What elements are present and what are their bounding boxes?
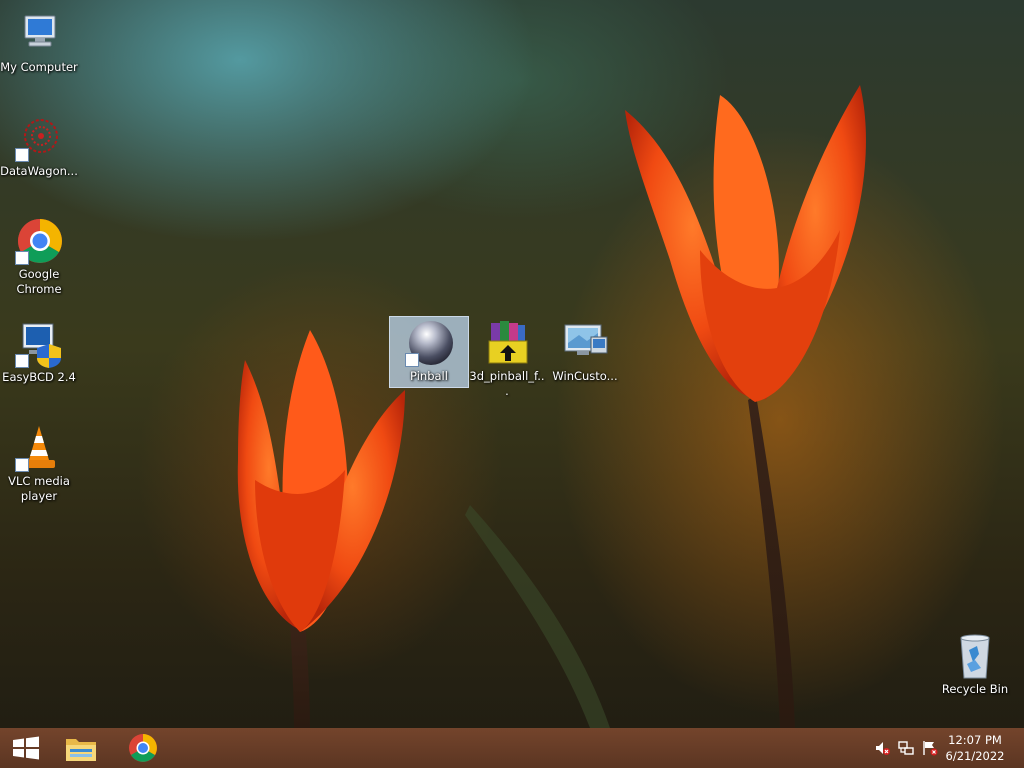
- shortcut-arrow-icon: [15, 251, 29, 265]
- easybcd-desktop-icon[interactable]: EasyBCD 2.4: [0, 318, 78, 385]
- chrome-icon: [15, 217, 63, 265]
- easybcd-icon: [15, 320, 63, 368]
- computer-icon: [15, 10, 63, 58]
- datawagon-icon: [15, 114, 63, 162]
- vlc-cone-icon: [15, 424, 63, 472]
- desktop-icon-label: Recycle Bin: [941, 682, 1009, 696]
- shortcut-arrow-icon: [15, 458, 29, 472]
- desktop-icon-label: DataWagon...: [0, 164, 78, 178]
- desktop-icon-label: My Computer: [0, 60, 78, 74]
- network-icon[interactable]: [898, 740, 914, 756]
- datawagon-desktop-icon[interactable]: DataWagon...: [0, 112, 78, 179]
- clock-time: 12:07 PM: [948, 733, 1002, 747]
- taskbar-chrome-button[interactable]: [117, 728, 169, 768]
- monitor-customize-icon: [561, 319, 609, 367]
- pinball-desktop-icon[interactable]: Pinball: [389, 316, 469, 388]
- recycle-bin-desktop-icon[interactable]: Recycle Bin: [936, 630, 1014, 697]
- taskbar: 12:07 PM 6/21/2022: [0, 728, 1024, 768]
- shortcut-arrow-icon: [15, 148, 29, 162]
- desktop-icon-label: EasyBCD 2.4: [2, 370, 76, 384]
- taskbar-clock[interactable]: 12:07 PM 6/21/2022: [940, 732, 1010, 764]
- desktop-icon-label: VLC media player: [8, 474, 70, 503]
- wincustomize-desktop-icon[interactable]: WinCusto...: [546, 317, 624, 384]
- 3d-pinball-archive-desktop-icon[interactable]: 3d_pinball_f...: [468, 317, 546, 399]
- action-center-flag-icon[interactable]: [922, 740, 938, 756]
- recycle-bin-icon: [951, 632, 999, 680]
- windows-logo-icon: [13, 736, 39, 760]
- vlc-media-player-desktop-icon[interactable]: VLC media player: [0, 422, 78, 504]
- speaker-muted-icon[interactable]: [874, 740, 890, 756]
- shortcut-arrow-icon: [405, 353, 419, 367]
- taskbar-file-explorer-button[interactable]: [55, 728, 107, 768]
- desktop-icon-label: Google Chrome: [16, 267, 62, 296]
- desktop-icon-label: Pinball: [410, 369, 448, 383]
- chrome-icon: [129, 734, 157, 762]
- desktop-icon-label: 3d_pinball_f...: [469, 369, 545, 398]
- desktop[interactable]: My Computer DataWagon... Google Chrome E…: [0, 0, 1024, 768]
- pinball-ball-icon: [405, 319, 453, 367]
- file-explorer-icon: [66, 739, 96, 761]
- shortcut-arrow-icon: [15, 354, 29, 368]
- winrar-archive-icon: [483, 319, 531, 367]
- clock-date: 6/21/2022: [945, 749, 1005, 763]
- start-button[interactable]: [0, 728, 52, 768]
- desktop-icon-label: WinCusto...: [552, 369, 618, 383]
- google-chrome-desktop-icon[interactable]: Google Chrome: [0, 215, 78, 297]
- my-computer-desktop-icon[interactable]: My Computer: [0, 8, 78, 75]
